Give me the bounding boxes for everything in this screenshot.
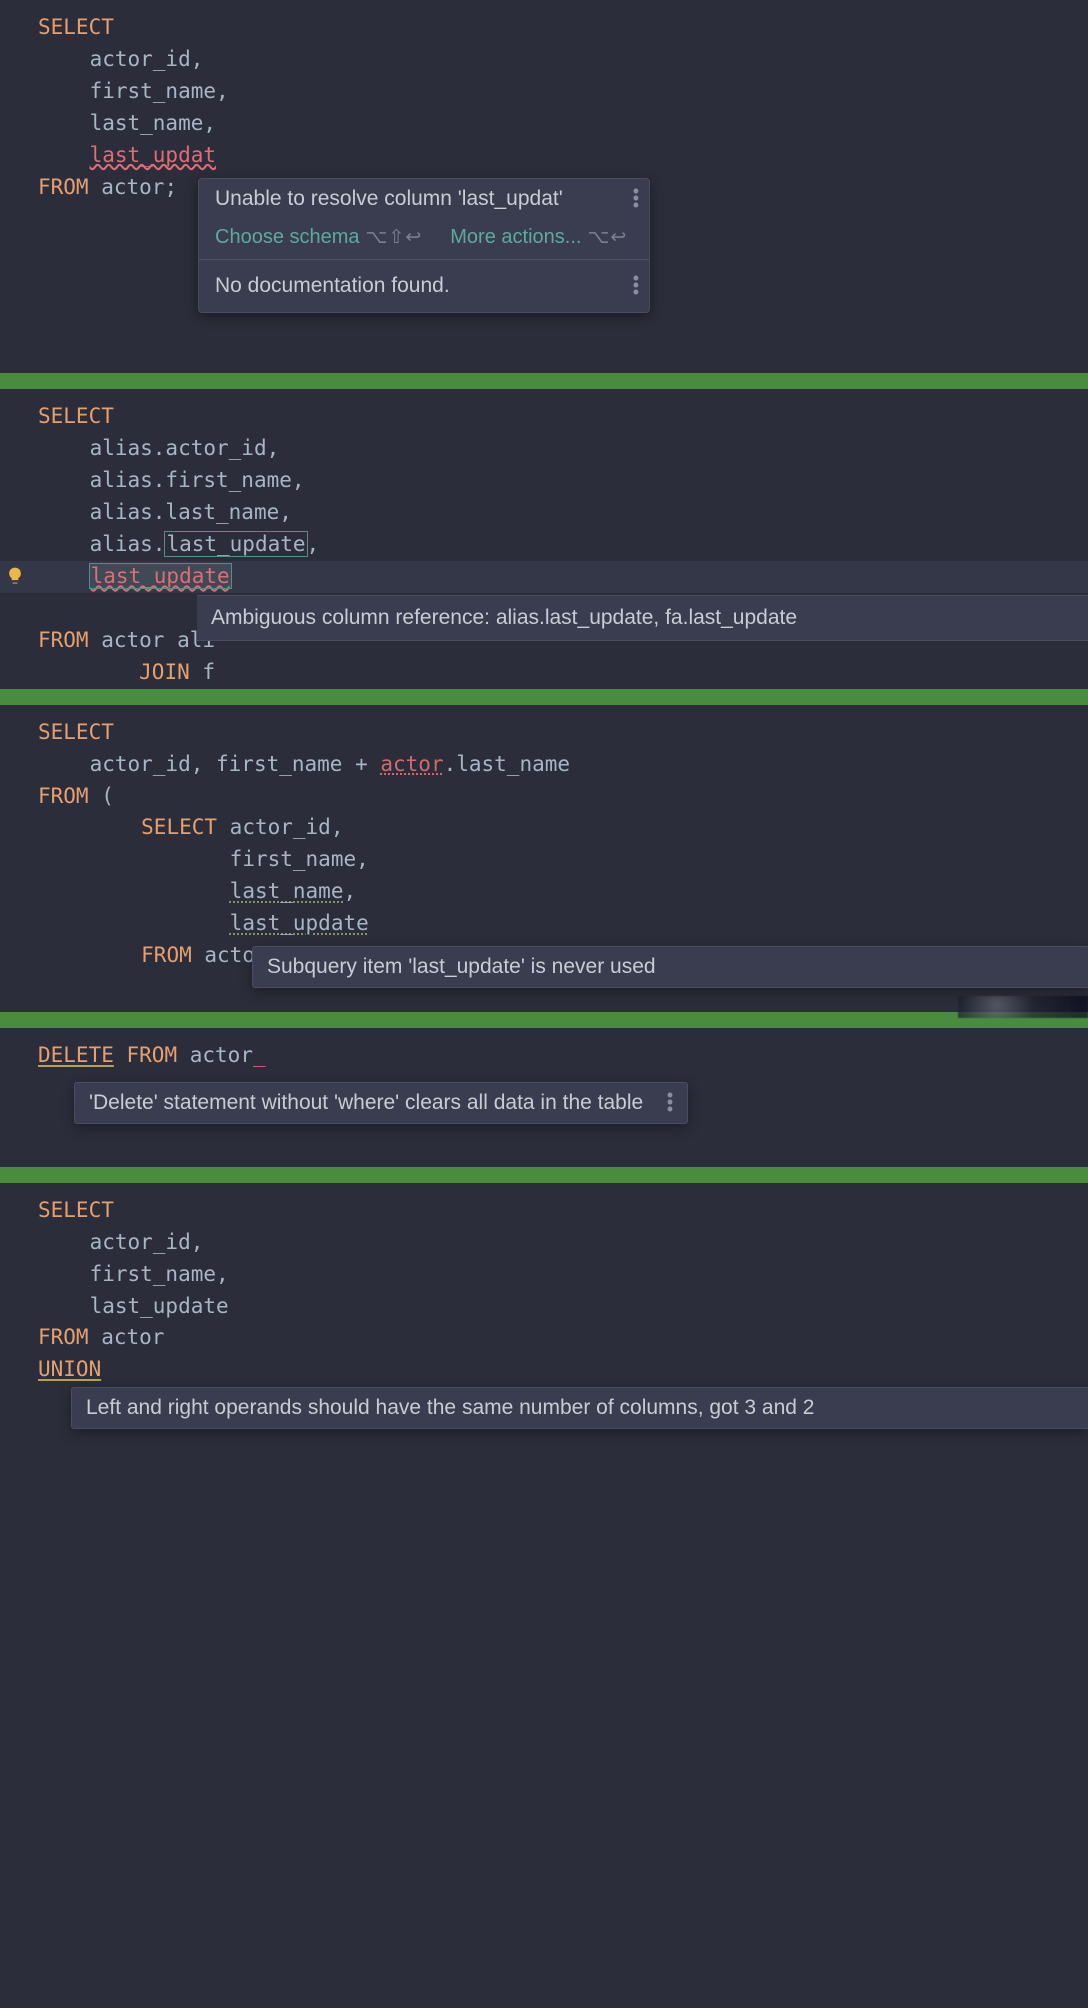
inspection-tooltip: 'Delete' statement without 'where' clear… — [74, 1082, 688, 1124]
more-options-icon[interactable]: ••• — [633, 188, 639, 210]
section-separator — [0, 689, 1088, 705]
code-block-3: SELECT actor_id, first_name + actor.last… — [0, 705, 1088, 1012]
join-table: f — [202, 660, 215, 684]
popup-actions-row: Choose schema⌥⇧↩ More actions...⌥↩ — [199, 219, 649, 259]
text-cursor: _ — [253, 1043, 266, 1067]
keyword-select: SELECT — [38, 720, 114, 744]
expr: actor_id, first_name + — [90, 752, 381, 776]
paren: ( — [101, 784, 114, 808]
code-block-1: SELECT actor_id, first_name, last_name, … — [0, 0, 1088, 373]
column: alias.last_name, — [90, 500, 292, 524]
choose-schema-action[interactable]: Choose schema⌥⇧↩ — [215, 225, 422, 249]
more-options-icon[interactable]: ••• — [667, 1092, 673, 1114]
section-separator — [0, 1012, 1088, 1028]
keyword-select: SELECT — [38, 1198, 114, 1222]
table-name: actor — [101, 175, 164, 199]
section-separator — [0, 373, 1088, 389]
column-prefix: alias. — [90, 532, 166, 556]
unresolved-column[interactable]: last_updat — [90, 143, 216, 167]
more-options-icon[interactable]: ••• — [633, 275, 639, 297]
code-editor[interactable]: SELECT alias.actor_id, alias.first_name,… — [0, 389, 1088, 688]
keyword-from: FROM — [141, 943, 192, 967]
column: last_update — [90, 1294, 229, 1318]
inspection-tooltip: Subquery item 'last_update' is never use… — [252, 946, 1088, 988]
code-block-4: DELETE FROM actor_ 'Delete' statement wi… — [0, 1028, 1088, 1167]
tooltip-text: Subquery item 'last_update' is never use… — [267, 955, 656, 978]
table-name: actor — [101, 1325, 164, 1349]
column: first_name, — [230, 847, 369, 871]
intention-bulb-icon[interactable] — [4, 565, 26, 587]
table-name: actor — [190, 1043, 253, 1067]
code-block-2: SELECT alias.actor_id, alias.first_name,… — [0, 389, 1088, 688]
column: actor_id, — [230, 815, 344, 839]
shortcut-label: ⌥↩ — [587, 227, 627, 248]
column: alias.first_name, — [90, 468, 305, 492]
column: actor_id, — [90, 1230, 204, 1254]
keyword-select: SELECT — [38, 404, 114, 428]
keyword-select: SELECT — [38, 15, 114, 39]
inspection-tooltip: Ambiguous column reference: alias.last_u… — [197, 595, 1088, 641]
column: first_name, — [90, 79, 229, 103]
tooltip-text: 'Delete' statement without 'where' clear… — [89, 1091, 643, 1114]
column: first_name, — [90, 1262, 229, 1286]
table-name: actor — [101, 628, 164, 652]
ambiguous-column[interactable]: last_update — [90, 564, 231, 588]
tooltip-text: Left and right operands should have the … — [86, 1396, 814, 1419]
more-actions-action[interactable]: More actions...⌥↩ — [450, 225, 627, 249]
keyword-select: SELECT — [141, 815, 217, 839]
keyword-from: FROM — [38, 175, 89, 199]
unused-column[interactable]: last_update — [230, 911, 369, 935]
unused-column[interactable]: last_name — [230, 879, 344, 903]
keyword-from: FROM — [127, 1043, 178, 1067]
popup-doc-row: No documentation found. ••• — [199, 259, 649, 312]
keyword-from: FROM — [38, 784, 89, 808]
visual-artifact — [958, 996, 1088, 1018]
keyword-from: FROM — [38, 1325, 89, 1349]
keyword-from: FROM — [38, 628, 89, 652]
popup-doc-text: No documentation found. — [215, 274, 450, 297]
keyword-union[interactable]: UNION — [38, 1357, 101, 1381]
column: actor_id, — [90, 47, 204, 71]
popup-title: Unable to resolve column 'last_updat' — [215, 187, 563, 210]
keyword-delete[interactable]: DELETE — [38, 1043, 114, 1067]
shortcut-label: ⌥⇧↩ — [366, 227, 423, 248]
inspection-tooltip: Left and right operands should have the … — [71, 1387, 1088, 1429]
code-block-5: SELECT actor_id, first_name, last_update… — [0, 1183, 1088, 1438]
section-separator — [0, 1167, 1088, 1183]
boxed-column: last_update — [165, 532, 306, 556]
column: alias.actor_id, — [90, 436, 280, 460]
warn-table[interactable]: actor — [380, 752, 443, 776]
popup-title-row: Unable to resolve column 'last_updat' ••… — [199, 179, 649, 219]
semicolon: ; — [164, 175, 177, 199]
inspection-popup[interactable]: Unable to resolve column 'last_updat' ••… — [198, 178, 650, 313]
tooltip-text: Ambiguous column reference: alias.last_u… — [211, 606, 797, 629]
keyword-join: JOIN — [139, 660, 190, 684]
column: last_name, — [90, 111, 216, 135]
